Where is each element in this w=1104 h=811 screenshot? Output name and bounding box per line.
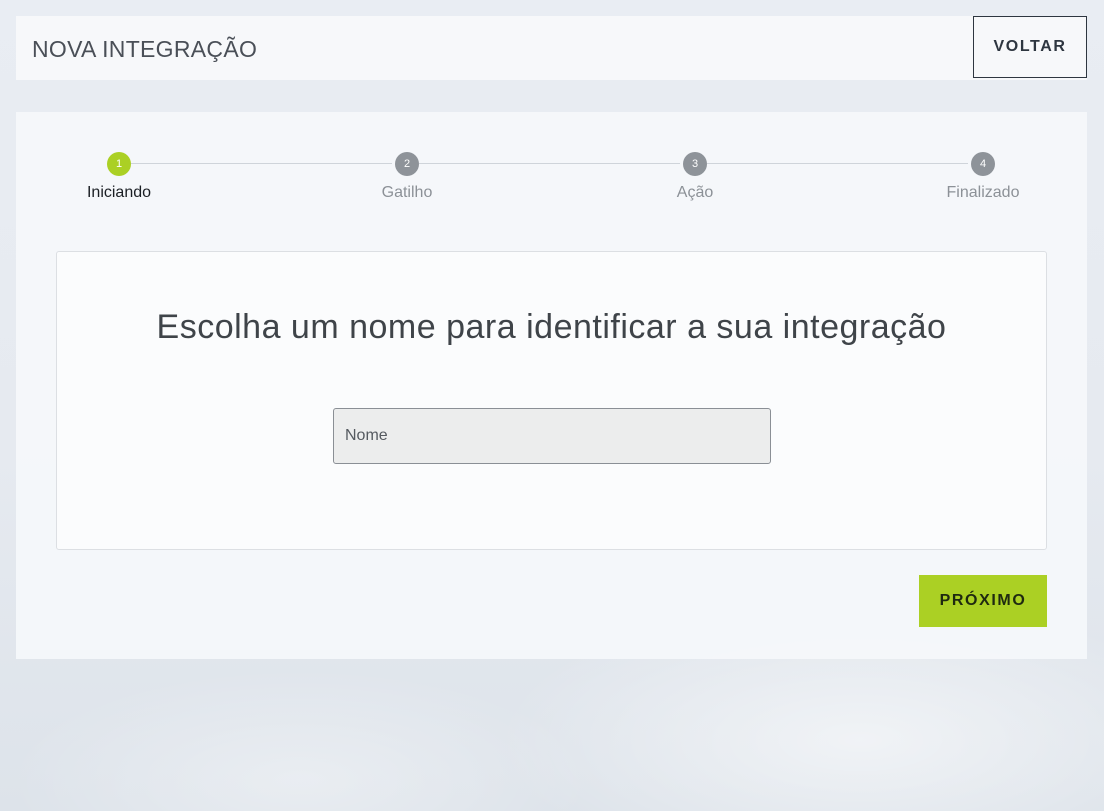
name-form-panel: Escolha um nome para identificar a sua i… — [56, 251, 1047, 550]
step-label: Ação — [676, 184, 714, 201]
step-label: Iniciando — [86, 184, 152, 201]
step-number: 3 — [683, 152, 707, 176]
wizard-card: 1 Iniciando 2 Gatilho 3 Ação 4 Finalizad… — [16, 112, 1087, 659]
step-label: Gatilho — [381, 184, 433, 201]
step-number: 4 — [971, 152, 995, 176]
step-gatilho: 2 Gatilho — [347, 152, 467, 202]
next-button[interactable]: PRÓXIMO — [919, 575, 1047, 627]
step-finalizado: 4 Finalizado — [923, 152, 1043, 202]
step-label: Finalizado — [946, 184, 1020, 201]
form-heading: Escolha um nome para identificar a sua i… — [156, 308, 947, 346]
step-iniciando: 1 Iniciando — [59, 152, 179, 202]
back-button[interactable]: VOLTAR — [973, 16, 1087, 78]
step-number: 1 — [107, 152, 131, 176]
stepper: 1 Iniciando 2 Gatilho 3 Ação 4 Finalizad… — [16, 112, 1087, 222]
step-acao: 3 Ação — [635, 152, 755, 202]
page-title: NOVA INTEGRAÇÃO — [32, 36, 258, 62]
step-number: 2 — [395, 152, 419, 176]
name-input[interactable] — [333, 408, 771, 464]
top-bar: NOVA INTEGRAÇÃO VOLTAR — [16, 16, 1087, 80]
